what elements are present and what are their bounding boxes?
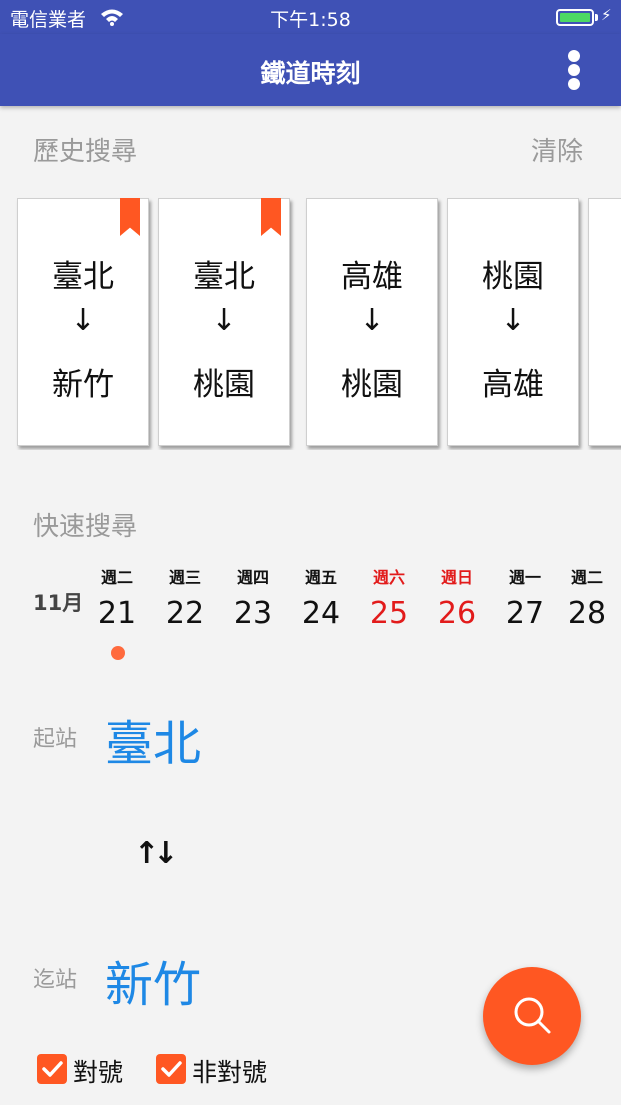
weekday-label: 週三 xyxy=(168,568,201,587)
history-card[interactable]: 臺北 ↓ 桃園 xyxy=(158,198,290,446)
history-card-from: 桃園 xyxy=(482,259,544,295)
to-station-label: 迄站 xyxy=(33,968,78,993)
date-item[interactable]: 週五 24 xyxy=(287,564,355,631)
history-card[interactable]: 高雄 ↓ 桃園 xyxy=(306,198,438,446)
history-card-to: 新竹 xyxy=(52,367,114,403)
date-item[interactable]: 週二 21 xyxy=(83,564,151,631)
history-card-to: 桃園 xyxy=(341,367,403,403)
weekday-label: 週日 xyxy=(440,568,473,587)
weekday-label: 週二 xyxy=(100,568,133,587)
checkbox-checked-icon xyxy=(156,1054,186,1084)
battery-tip xyxy=(595,14,598,21)
arrow-down-icon: ↓ xyxy=(211,303,237,338)
swap-vertical-icon[interactable]: ↑↓ xyxy=(134,836,178,871)
date-number: 22 xyxy=(165,596,205,631)
status-time: 下午1:58 xyxy=(270,9,351,31)
date-number: 21 xyxy=(97,596,137,631)
date-item[interactable]: 週一 27 xyxy=(491,564,559,631)
to-station-value[interactable]: 新竹 xyxy=(105,945,201,1015)
checkbox-label: 對號 xyxy=(73,1058,124,1087)
date-item[interactable]: 週四 23 xyxy=(219,564,287,631)
weekday-label: 週二 xyxy=(570,568,603,587)
weekday-label: 週一 xyxy=(508,568,541,587)
arrow-down-icon: ↓ xyxy=(500,303,526,338)
date-item[interactable]: 週日 26 xyxy=(423,564,491,631)
clear-history-button[interactable]: 清除 xyxy=(531,131,583,168)
bookmark-icon xyxy=(120,198,140,236)
history-card[interactable]: 臺北 ↓ 新竹 xyxy=(17,198,149,446)
date-item[interactable]: 週三 22 xyxy=(151,564,219,631)
bookmark-icon xyxy=(261,198,281,236)
history-section-label: 歷史搜尋 xyxy=(33,137,138,167)
history-card-partial[interactable] xyxy=(588,198,621,446)
battery-icon xyxy=(556,9,594,26)
history-card-from: 臺北 xyxy=(52,259,114,295)
status-bar: 電信業者 下午1:58 ⚡ xyxy=(0,0,621,34)
history-card-to: 桃園 xyxy=(193,367,255,403)
date-number: 25 xyxy=(369,596,409,631)
quick-search-section-label: 快速搜尋 xyxy=(33,512,138,542)
history-card-from: 高雄 xyxy=(341,259,403,295)
weekday-label: 週六 xyxy=(372,568,405,587)
date-item[interactable]: 週六 25 xyxy=(355,564,423,631)
history-card-from: 臺北 xyxy=(193,259,255,295)
month-label: 11月 xyxy=(33,591,84,615)
more-vertical-icon[interactable] xyxy=(560,48,588,92)
date-picker-row: 11月 週二 21 週三 22 週四 23 週五 24 週六 25 週日 26 … xyxy=(0,560,621,670)
weekday-label: 週五 xyxy=(304,568,337,587)
history-card-to: 高雄 xyxy=(482,367,544,403)
from-station-label: 起站 xyxy=(33,727,78,752)
selected-date-indicator xyxy=(111,646,125,660)
app-bar: 鐵道時刻 xyxy=(0,34,621,106)
checkbox-checked-icon xyxy=(37,1054,67,1084)
date-number: 28 xyxy=(567,596,607,631)
date-number: 27 xyxy=(505,596,545,631)
search-icon xyxy=(514,997,551,1034)
search-button[interactable] xyxy=(483,967,581,1065)
page-title: 鐵道時刻 xyxy=(260,59,361,88)
checkbox-label: 非對號 xyxy=(192,1058,268,1087)
date-number: 23 xyxy=(233,596,273,631)
date-number: 26 xyxy=(437,596,477,631)
date-number: 24 xyxy=(301,596,341,631)
charging-bolt-icon: ⚡ xyxy=(601,6,612,24)
history-card[interactable]: 桃園 ↓ 高雄 xyxy=(447,198,579,446)
from-station-value[interactable]: 臺北 xyxy=(105,704,201,774)
date-item[interactable]: 週二 28 xyxy=(553,564,621,631)
history-list: 臺北 ↓ 新竹 臺北 ↓ 桃園 高雄 ↓ 桃園 桃園 ↓ 高雄 xyxy=(0,196,621,450)
weekday-label: 週四 xyxy=(236,568,269,587)
arrow-down-icon: ↓ xyxy=(70,303,96,338)
arrow-down-icon: ↓ xyxy=(359,303,385,338)
